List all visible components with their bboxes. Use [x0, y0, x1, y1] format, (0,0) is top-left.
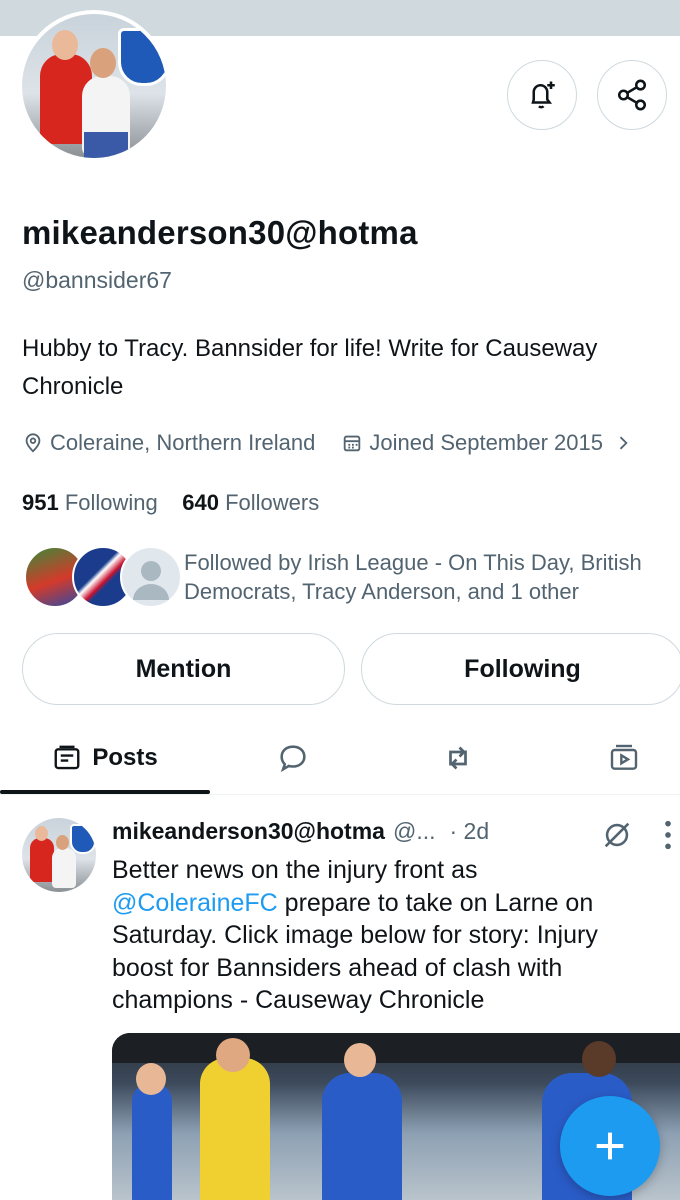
chevron-right-icon[interactable]: [613, 433, 633, 453]
post-author-avatar[interactable]: [22, 818, 96, 892]
posts-icon: [54, 745, 80, 770]
compose-button[interactable]: [560, 1096, 660, 1196]
share-button[interactable]: [597, 60, 667, 130]
followers-link[interactable]: 640 Followers: [182, 490, 319, 515]
calendar-icon: [344, 435, 361, 452]
profile-tabs: Posts: [0, 722, 680, 795]
display-name: mikeanderson30@hotma: [22, 214, 418, 251]
tab-media[interactable]: [586, 722, 662, 794]
post-header: mikeanderson30@hotma @... · 2d: [112, 818, 489, 845]
mention-button[interactable]: Mention: [22, 633, 345, 705]
media-icon: [610, 744, 638, 770]
joined-date: Joined September 2015: [369, 430, 603, 455]
following-button[interactable]: Following: [361, 633, 680, 705]
grok-icon[interactable]: [600, 818, 634, 852]
mention-link[interactable]: @ColeraineFC: [112, 889, 278, 917]
post-author-name[interactable]: mikeanderson30@hotma: [112, 818, 385, 845]
tab-reposts[interactable]: [420, 722, 496, 794]
bio: Hubby to Tracy. Bannsider for life! Writ…: [22, 335, 598, 400]
profile-meta: Coleraine, Northern Ireland Joined Septe…: [22, 430, 639, 456]
user-handle: @bannsider67: [22, 267, 172, 293]
bell-plus-icon: [531, 81, 555, 109]
more-options-icon[interactable]: [660, 818, 676, 852]
share-icon: [617, 79, 647, 111]
replies-icon: [280, 745, 306, 773]
location-icon: [25, 433, 41, 453]
reposts-icon: [449, 746, 467, 770]
followed-by-text[interactable]: Followed by Irish League - On This Day, …: [184, 548, 680, 606]
post-author-handle[interactable]: @...: [393, 818, 436, 845]
default-user-icon: [133, 561, 169, 600]
plus-icon: [596, 1132, 624, 1160]
tab-replies[interactable]: [255, 722, 331, 794]
location-text: Coleraine, Northern Ireland: [50, 430, 316, 455]
notify-button[interactable]: [507, 60, 577, 130]
profile-avatar[interactable]: [18, 10, 170, 162]
tab-posts-label: Posts: [92, 744, 158, 771]
following-link[interactable]: 951 Following: [22, 490, 158, 515]
tab-posts[interactable]: Posts: [20, 722, 190, 794]
follow-counts: 951 Following 640 Followers: [22, 490, 319, 516]
post-timestamp[interactable]: · 2d: [450, 818, 490, 845]
post-text: Better news on the injury front as @Cole…: [112, 856, 598, 1014]
active-tab-indicator: [0, 790, 210, 794]
followed-by-avatars[interactable]: [24, 546, 182, 608]
follower-avatar: [120, 546, 182, 608]
